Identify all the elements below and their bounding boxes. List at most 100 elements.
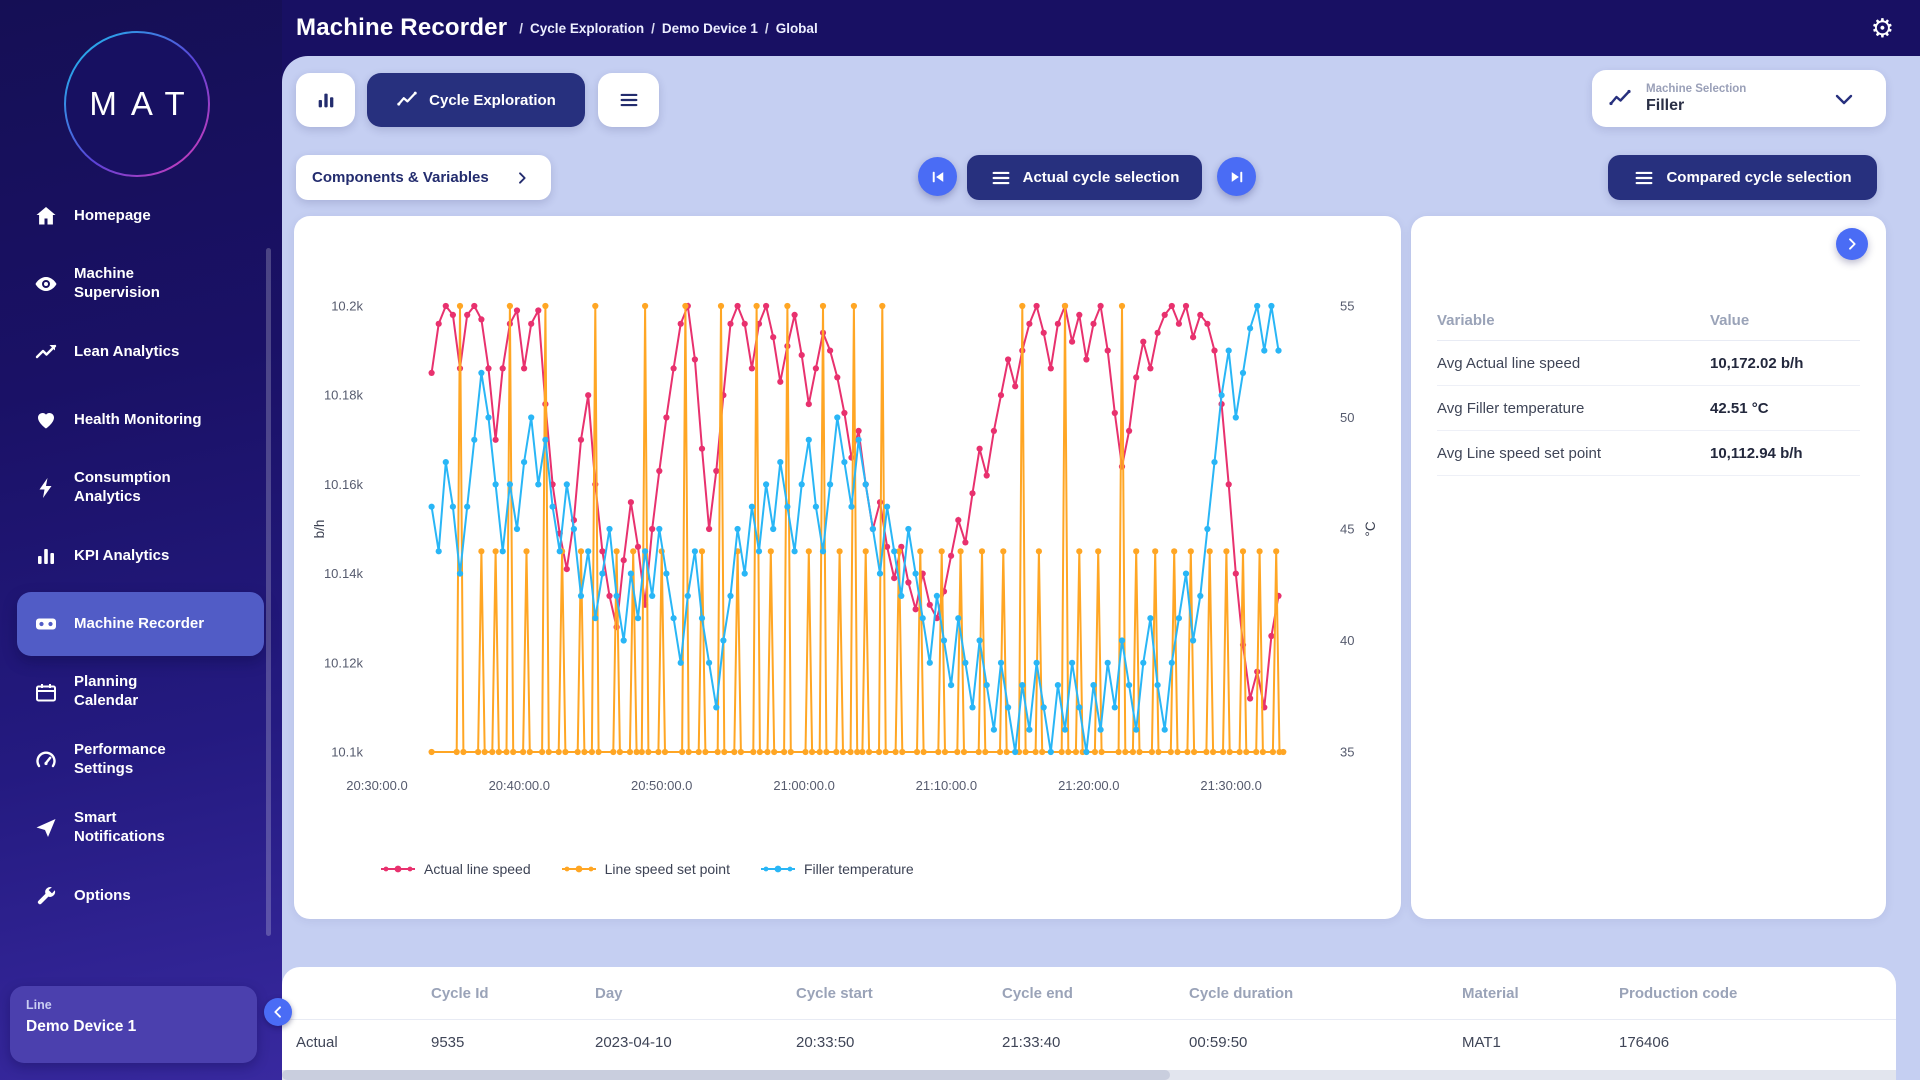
cycle-table-header-row: Cycle Id Day Cycle start Cycle end Cycle dur… [282, 967, 1896, 1020]
cycle-exploration-tab[interactable]: Cycle Exploration [367, 73, 585, 127]
cycle-table-cell: 20:33:50 [796, 1033, 855, 1051]
svg-text:b/h: b/h [312, 520, 327, 539]
legend-label: Actual line speed [424, 861, 531, 877]
svg-text:10.12k: 10.12k [324, 655, 364, 670]
svg-text:21:10:00.0: 21:10:00.0 [916, 778, 977, 793]
cycle-table-cell: 2023-04-10 [595, 1033, 672, 1051]
breadcrumb-separator: / [651, 20, 655, 36]
next-cycle-button[interactable] [1217, 157, 1256, 196]
variables-table-data-row: Avg Filler temperature 42.51 °C [1437, 386, 1860, 431]
sidebar-item-homepage[interactable]: Homepage [17, 184, 264, 248]
bar-chart-icon [315, 89, 337, 111]
svg-text:35: 35 [1340, 745, 1354, 760]
settings-gear-icon[interactable]: ⚙ [1871, 15, 1894, 41]
legend-item[interactable]: Line speed set point [561, 861, 730, 877]
sidebar-item-label: Options [74, 886, 131, 904]
breadcrumb-item[interactable]: Demo Device 1 [662, 21, 758, 36]
breadcrumb-separator: / [764, 20, 769, 36]
stat-variable: Avg Filler temperature [1437, 399, 1585, 417]
bars-icon [34, 544, 58, 568]
skip-start-icon [929, 168, 947, 186]
breadcrumb-item[interactable]: Cycle Exploration [530, 21, 644, 36]
compared-cycle-selection-button[interactable]: Compared cycle selection [1608, 155, 1877, 200]
sidebar-item-label: Planning Calendar [74, 673, 139, 709]
sidebar-nav: Homepage Machine Supervision Lean Analytic… [0, 180, 282, 932]
sidebar-item-label: KPI Analytics [74, 546, 170, 564]
stat-value: 10,112.94 b/h [1710, 444, 1803, 462]
home-icon [34, 204, 58, 228]
svg-text:°C: °C [1363, 521, 1378, 536]
chart-view-button[interactable] [296, 73, 355, 127]
app-logo-text: MAT [89, 85, 199, 122]
machine-selection-texts: Machine Selection Filler [1646, 83, 1832, 115]
sidebar-scrollbar[interactable] [266, 248, 271, 936]
components-variables-label: Components & Variables [312, 169, 489, 186]
variables-header-variable: Variable [1437, 311, 1495, 329]
sidebar-item-planning-calendar[interactable]: Planning Calendar [17, 660, 264, 724]
cycle-chart-card: 10.1k 10.12k 10.14k 10.16k 10.18k 10.2k 35 40 45… [294, 216, 1401, 919]
sidebar-item-performance-settings[interactable]: Performance Settings [17, 728, 264, 792]
variables-panel: Variable Value Avg Actual line speed 10,1… [1411, 216, 1886, 919]
sidebar-collapse-button[interactable] [264, 998, 292, 1026]
app-root: Machine Recorder / Cycle Exploration / Demo… [0, 0, 1920, 1080]
components-variables-button[interactable]: Components & Variables [296, 155, 551, 200]
cycle-table-cell: 9535 [431, 1033, 465, 1051]
cycle-table-card: Cycle Id Day Cycle start Cycle end Cycle dur… [282, 967, 1896, 1080]
panel-collapse-button[interactable] [1836, 228, 1868, 260]
line-chart-icon [1608, 87, 1632, 111]
sidebar: MAT Homepage Machine Supervision Lean Anal… [0, 0, 282, 1080]
variables-table-data-row: Avg Line speed set point 10,112.94 b/h [1437, 431, 1860, 476]
recorder-icon [34, 612, 58, 636]
chevron-left-icon [270, 1004, 286, 1020]
sidebar-item-machine-supervision[interactable]: Machine Supervision [17, 252, 264, 316]
menu-icon [1633, 167, 1655, 189]
actual-cycle-selection-label: Actual cycle selection [1022, 169, 1180, 186]
sidebar-item-health-monitoring[interactable]: Health Monitoring [17, 388, 264, 452]
machine-selection-dropdown[interactable]: Machine Selection Filler [1592, 70, 1886, 127]
device-card-value: Demo Device 1 [26, 1018, 137, 1035]
svg-text:10.16k: 10.16k [324, 477, 364, 492]
svg-text:10.18k: 10.18k [324, 388, 364, 403]
stat-variable: Avg Actual line speed [1437, 354, 1581, 372]
stat-variable: Avg Line speed set point [1437, 444, 1602, 462]
legend-marker-icon [381, 865, 415, 873]
table-scrollbar [282, 1070, 1896, 1080]
legend-item[interactable]: Filler temperature [760, 861, 914, 877]
variables-table-rows: Avg Actual line speed 10,172.02 b/h Avg Fi… [1437, 341, 1860, 476]
cycle-table-row[interactable]: Actual 9535 2023-04-10 20:33:50 21:33:40 00:5… [282, 1020, 1896, 1064]
chart-legend: Actual line speed Line speed set point Fil… [380, 861, 914, 877]
sidebar-item-label: Lean Analytics [74, 342, 180, 360]
svg-text:20:50:00.0: 20:50:00.0 [631, 778, 692, 793]
device-selector-card[interactable]: Line Demo Device 1 [10, 986, 257, 1063]
wrench-icon [34, 884, 58, 908]
actual-cycle-selection-button[interactable]: Actual cycle selection [967, 155, 1202, 200]
svg-text:21:30:00.0: 21:30:00.0 [1200, 778, 1261, 793]
eye-icon [34, 272, 58, 296]
legend-label: Filler temperature [803, 861, 914, 877]
sidebar-item-options[interactable]: Options [17, 864, 264, 928]
calendar-icon [34, 680, 58, 704]
sidebar-item-lean-analytics[interactable]: Lean Analytics [17, 320, 264, 384]
menu-icon [618, 89, 640, 111]
sidebar-item-consumption-analytics[interactable]: Consumption Analytics [17, 456, 264, 520]
sidebar-item-smart-notifications[interactable]: Smart Notifications [17, 796, 264, 860]
previous-cycle-button[interactable] [918, 157, 957, 196]
cycle-table-cell: 00:59:50 [1189, 1033, 1248, 1051]
view-menu-button[interactable] [598, 73, 659, 127]
cycle-table-cell: MAT1 [1462, 1033, 1501, 1051]
chevron-down-icon [1832, 87, 1856, 111]
cycle-exploration-label: Cycle Exploration [429, 91, 556, 109]
legend-item[interactable]: Actual line speed [380, 861, 531, 877]
cycle-table-cell: 176406 [1619, 1033, 1670, 1051]
machine-selection-label: Machine Selection [1646, 82, 1747, 95]
bolt-icon [34, 476, 58, 500]
variables-table-header: Variable Value [1437, 300, 1860, 341]
sidebar-item-machine-recorder[interactable]: Machine Recorder [17, 592, 264, 656]
svg-text:20:40:00.0: 20:40:00.0 [489, 778, 550, 793]
sidebar-item-kpi-analytics[interactable]: KPI Analytics [17, 524, 264, 588]
svg-text:45: 45 [1340, 522, 1354, 537]
cycle-chart: 10.1k 10.12k 10.14k 10.16k 10.18k 10.2k 35 40 45… [312, 299, 1378, 794]
table-scrollbar-thumb[interactable] [282, 1070, 1170, 1080]
breadcrumb-item[interactable]: Global [776, 21, 818, 36]
gauge-icon [34, 748, 58, 772]
